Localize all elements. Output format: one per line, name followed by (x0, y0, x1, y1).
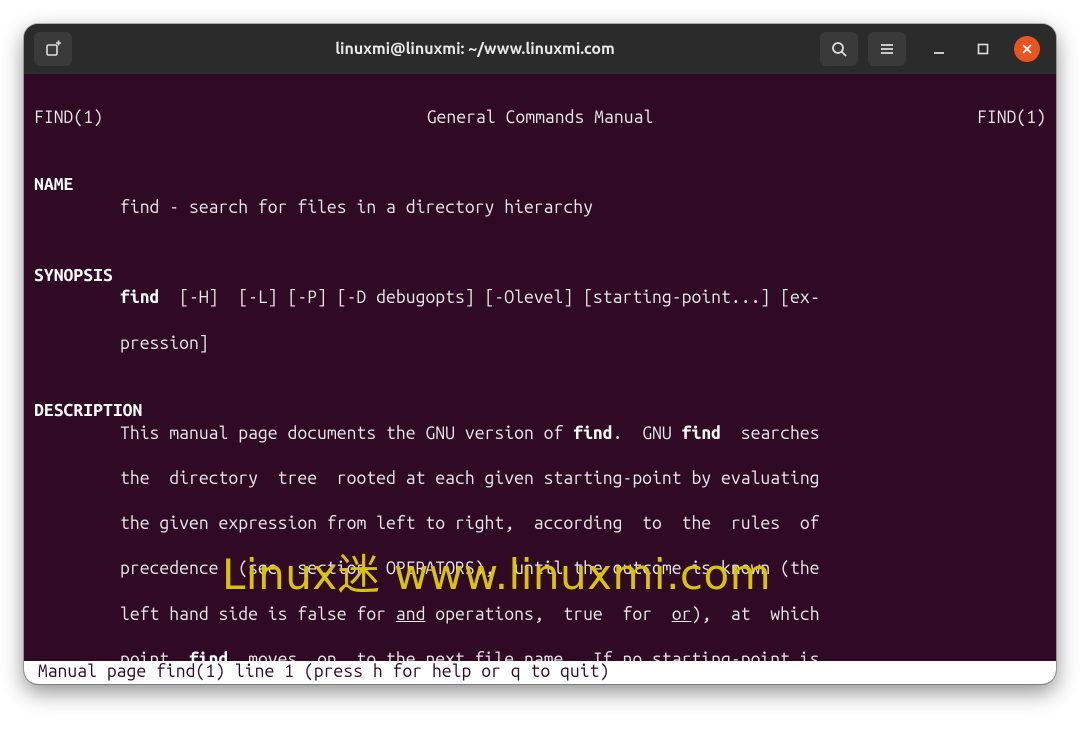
synopsis-line-1: find [-H] [-L] [-P] [-D debugopts] [-Ole… (34, 287, 1046, 310)
maximize-button[interactable] (970, 36, 996, 62)
desc-line-6: point find moves on to the next file nam… (34, 649, 1046, 662)
new-tab-button[interactable] (34, 32, 72, 66)
desc-line-3: the given expression from left to right,… (34, 513, 1046, 536)
synopsis-cmd: find (120, 288, 159, 307)
man-header-left: FIND(1) (34, 107, 103, 130)
man-header-center: General Commands Manual (427, 107, 654, 130)
hamburger-menu-button[interactable] (868, 32, 906, 66)
section-name: NAME (34, 175, 73, 194)
desc-line-1: This manual page documents the GNU versi… (34, 423, 1046, 446)
desc-line-4: precedence (see section OPERATORS), unti… (34, 558, 1046, 581)
search-button[interactable] (820, 32, 858, 66)
man-status-line: Manual page find(1) line 1 (press h for … (24, 661, 1056, 684)
section-description: DESCRIPTION (34, 401, 142, 420)
desc-line-5: left hand side is false for and operatio… (34, 604, 1046, 627)
window-controls (916, 36, 1046, 62)
titlebar: linuxmi@linuxmi: ~/www.linuxmi.com (24, 24, 1056, 74)
synopsis-line-2: pression] (34, 333, 1046, 356)
section-synopsis: SYNOPSIS (34, 266, 113, 285)
terminal-viewport[interactable]: FIND(1) General Commands Manual FIND(1) NA… (24, 74, 1056, 661)
man-header-row: FIND(1) General Commands Manual FIND(1) (34, 107, 1046, 130)
name-line: find - search for files in a directory h… (34, 197, 1046, 220)
window-title: linuxmi@linuxmi: ~/www.linuxmi.com (140, 40, 810, 58)
desc-line-2: the directory tree rooted at each given … (34, 468, 1046, 491)
close-button[interactable] (1014, 36, 1040, 62)
synopsis-rest-1: [-H] [-L] [-P] [-D debugopts] [-Olevel] … (159, 288, 820, 307)
minimize-button[interactable] (926, 36, 952, 62)
man-header-right: FIND(1) (977, 107, 1046, 130)
terminal-window: linuxmi@linuxmi: ~/www.linuxmi.com FIND (24, 24, 1056, 684)
